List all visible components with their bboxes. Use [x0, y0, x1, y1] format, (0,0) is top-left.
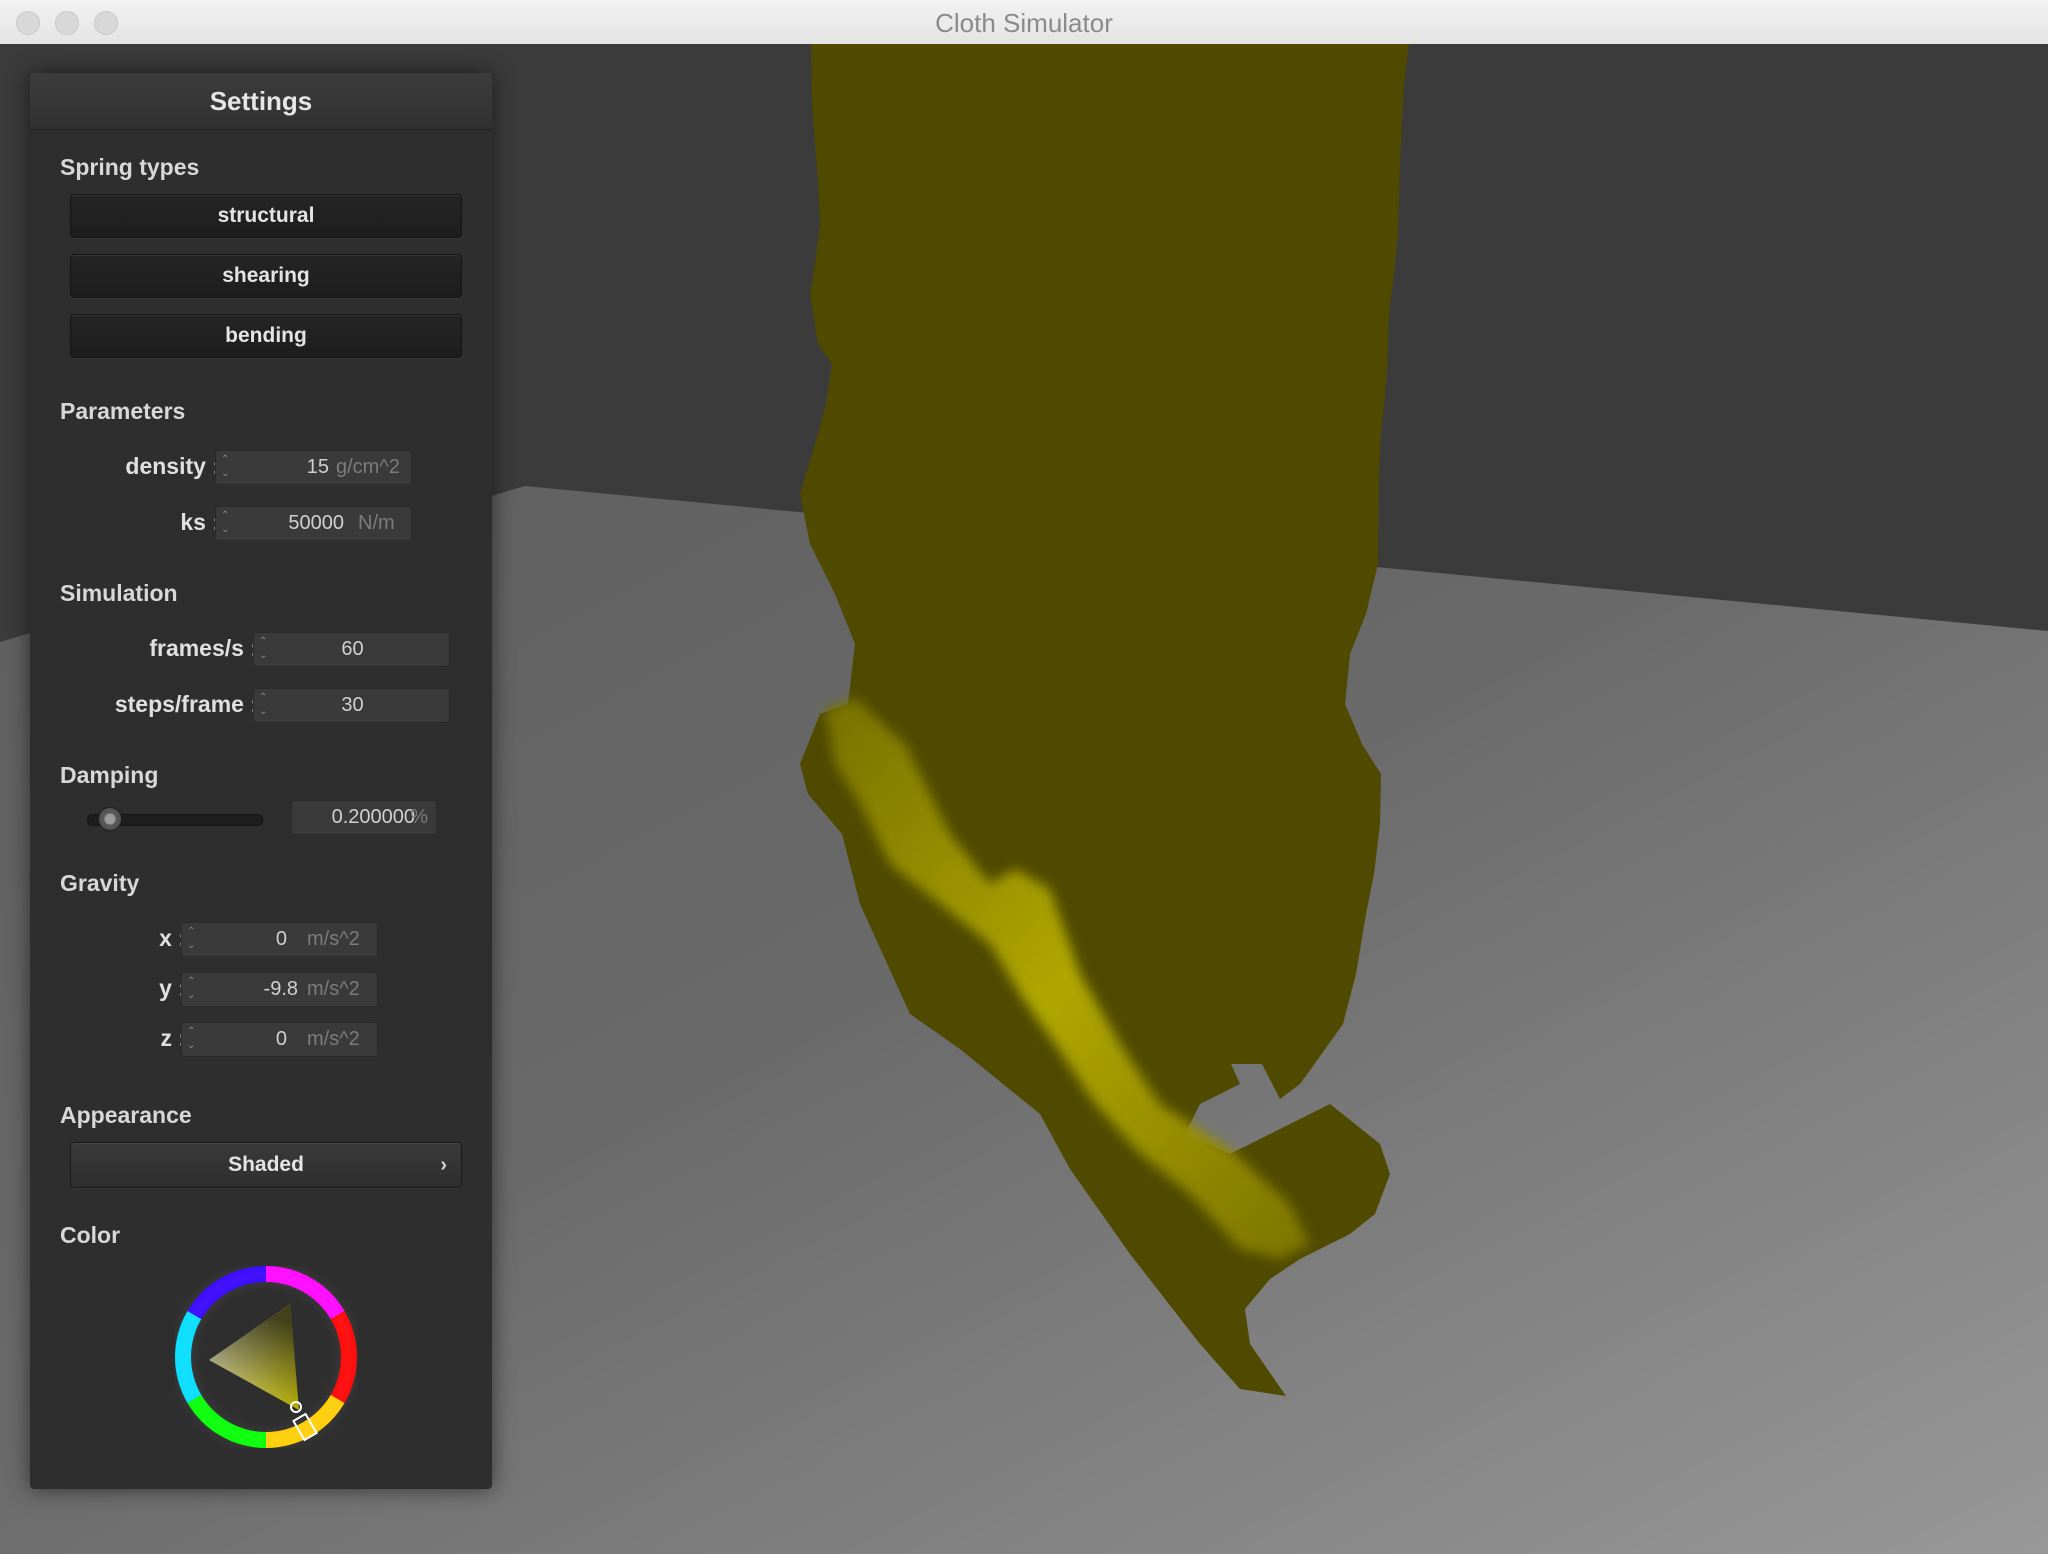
- damping-heading: Damping: [60, 762, 159, 788]
- structural-button[interactable]: structural: [70, 194, 462, 238]
- gravity-z-field[interactable]: ⌃ ⌄ 0 m/s^2: [181, 1022, 378, 1057]
- settings-panel: Settings Spring types structural shearin…: [30, 73, 492, 1489]
- spring-types-heading: Spring types: [60, 154, 200, 180]
- steps-field[interactable]: ⌃ ⌄ 30: [253, 688, 450, 723]
- density-value: 15: [306, 456, 329, 478]
- gravity-x-value: 0: [275, 928, 287, 950]
- color-heading: Color: [60, 1222, 121, 1248]
- gravity-z-unit: m/s^2: [307, 1028, 360, 1050]
- window-title: Cloth Simulator: [935, 8, 1113, 38]
- shearing-button[interactable]: shearing: [70, 254, 462, 298]
- gravity-y-value: -9.8: [263, 978, 298, 1000]
- fps-label: frames/s :: [149, 635, 258, 661]
- settings-panel-title[interactable]: Settings: [30, 73, 492, 130]
- fps-value: 60: [341, 638, 364, 660]
- ks-unit: N/m: [358, 512, 395, 534]
- ks-label: ks :: [180, 509, 220, 535]
- gravity-x-label: x :: [159, 925, 186, 951]
- ks-value: 50000: [288, 512, 344, 534]
- steps-value: 30: [341, 694, 364, 716]
- steps-label: steps/frame :: [114, 691, 258, 717]
- gravity-y-field[interactable]: ⌃ ⌄ -9.8 m/s^2: [181, 972, 378, 1007]
- spinner-icon[interactable]: ⌃ ⌄: [221, 509, 233, 538]
- damping-slider-knob[interactable]: [97, 807, 122, 831]
- gravity-x-unit: m/s^2: [307, 928, 360, 950]
- gravity-y-unit: m/s^2: [307, 978, 360, 1000]
- damping-value: 0.200000: [331, 806, 415, 828]
- gravity-heading: Gravity: [60, 870, 140, 896]
- title-bar: Cloth Simulator: [0, 0, 2048, 45]
- spinner-icon[interactable]: ⌃ ⌄: [221, 453, 233, 482]
- appearance-dropdown[interactable]: Shaded ›: [70, 1142, 462, 1188]
- simulation-heading: Simulation: [60, 580, 178, 606]
- density-field[interactable]: ⌃ ⌄ 15 g/cm^2: [215, 450, 412, 485]
- color-wheel[interactable]: [174, 1266, 357, 1453]
- appearance-mode-value: Shaded: [228, 1153, 304, 1176]
- fps-field[interactable]: ⌃ ⌄ 60: [253, 632, 450, 667]
- spinner-icon[interactable]: ⌃ ⌄: [187, 925, 199, 954]
- appearance-heading: Appearance: [60, 1102, 192, 1128]
- parameters-heading: Parameters: [60, 398, 186, 424]
- ks-field[interactable]: ⌃ ⌄ 50000 N/m: [215, 506, 412, 541]
- damping-field[interactable]: 0.200000 %: [291, 800, 437, 835]
- bending-button[interactable]: bending: [70, 314, 462, 358]
- spinner-icon[interactable]: ⌃ ⌄: [187, 1025, 199, 1054]
- gravity-z-label: z :: [160, 1025, 186, 1051]
- density-label: density :: [125, 453, 220, 479]
- gravity-y-label: y :: [159, 975, 186, 1001]
- gravity-x-field[interactable]: ⌃ ⌄ 0 m/s^2: [181, 922, 378, 957]
- chevron-right-icon: ›: [440, 1154, 447, 1176]
- gravity-z-value: 0: [275, 1028, 287, 1050]
- spinner-icon[interactable]: ⌃ ⌄: [187, 975, 199, 1004]
- density-unit: g/cm^2: [336, 456, 400, 478]
- damping-unit: %: [410, 806, 428, 828]
